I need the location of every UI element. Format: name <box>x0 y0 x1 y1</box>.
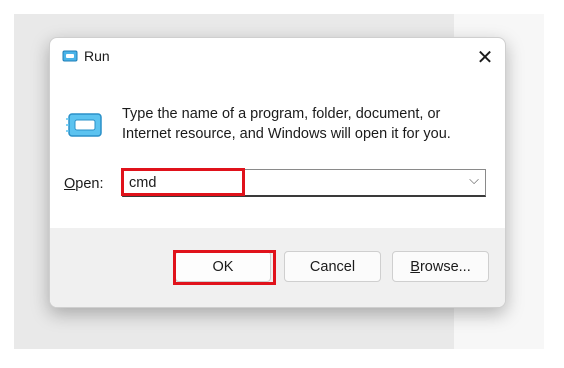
open-label: Open: <box>64 176 104 192</box>
window-title: Run <box>84 48 110 64</box>
browse-label-rest: rowse... <box>419 258 471 275</box>
browse-mnemonic: B <box>410 258 420 275</box>
description-text: Type the name of a program, folder, docu… <box>122 104 492 144</box>
cancel-button[interactable]: Cancel <box>284 251 381 282</box>
description-line-1: Type the name of a program, folder, docu… <box>122 106 441 122</box>
chevron-down-icon[interactable]: ⌵ <box>469 172 479 188</box>
close-button[interactable]: ✕ <box>470 42 500 72</box>
run-dialog: Run ✕ Type the name of a program, folder… <box>49 37 506 308</box>
browse-button[interactable]: Browse... <box>392 251 489 282</box>
run-icon <box>62 49 78 63</box>
run-large-icon <box>66 109 104 141</box>
open-label-text: pen: <box>75 176 104 192</box>
description-line-2: Internet resource, and Windows will open… <box>122 126 451 142</box>
close-icon: ✕ <box>476 46 494 69</box>
open-label-mnemonic: O <box>64 176 76 192</box>
highlight-box-input <box>121 168 245 196</box>
highlight-box-ok <box>173 250 276 285</box>
title-bar[interactable]: Run ✕ <box>50 38 505 76</box>
